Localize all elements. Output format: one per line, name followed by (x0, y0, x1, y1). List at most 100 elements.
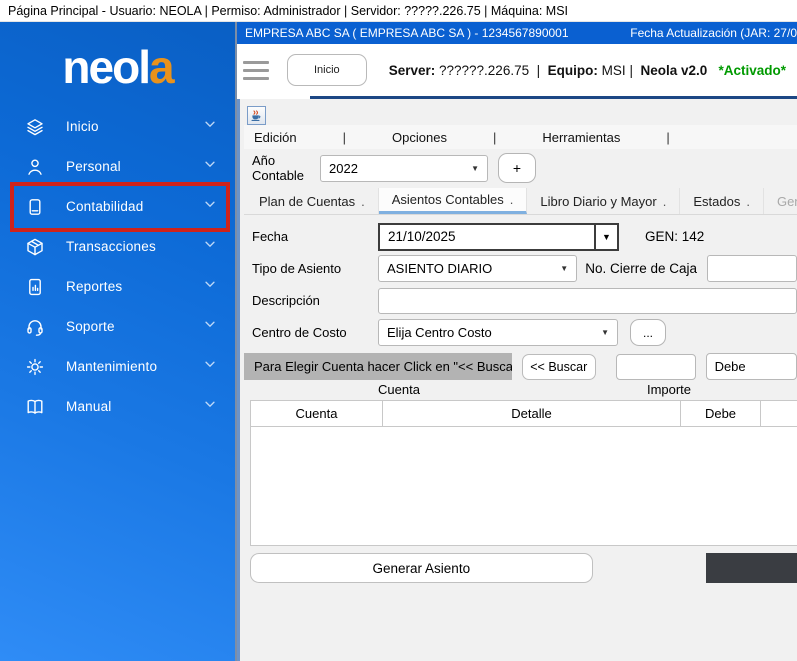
tipo-asiento-label: Tipo de Asiento (252, 261, 378, 276)
main-content: EMPRESA ABC SA ( EMPRESA ABC SA ) - 1234… (237, 22, 797, 661)
importe-caption: Importe (554, 382, 784, 397)
chevron-down-icon: ▼ (602, 232, 611, 242)
menubar: Edición | Opciones | Herramientas | (244, 125, 797, 149)
sidebar: neola Inicio Personal (0, 22, 237, 661)
chevron-down-icon (203, 277, 217, 296)
neola-logo: neola (0, 42, 235, 93)
logo-text: neol (62, 41, 149, 93)
centro-costo-label: Centro de Costo (252, 325, 378, 340)
dark-action-button[interactable] (706, 553, 797, 583)
chevron-down-icon (203, 317, 217, 336)
sidebar-item-label: Transacciones (66, 239, 156, 254)
sidebar-item-transacciones[interactable]: Transacciones (0, 227, 235, 267)
tab-generar[interactable]: Genera (764, 188, 797, 214)
java-icon[interactable] (247, 106, 266, 125)
chevron-down-icon (203, 357, 217, 376)
sidebar-nav: Inicio Personal Contabilidad (0, 107, 235, 427)
descripcion-input[interactable] (378, 288, 797, 314)
menu-edicion[interactable]: Edición (254, 130, 297, 145)
add-year-button[interactable]: + (498, 153, 536, 183)
sidebar-item-label: Mantenimiento (66, 359, 157, 374)
column-header-debe: Debe (681, 401, 761, 427)
centro-costo-value: Elija Centro Costo (387, 325, 492, 340)
status-badge: *Activado* (719, 63, 787, 78)
sidebar-item-contabilidad[interactable]: Contabilidad (0, 187, 235, 227)
sidebar-item-personal[interactable]: Personal (0, 147, 235, 187)
generar-asiento-button[interactable]: Generar Asiento (250, 553, 593, 583)
cierre-caja-label: No. Cierre de Caja (585, 261, 697, 276)
sidebar-item-soporte[interactable]: Soporte (0, 307, 235, 347)
chevron-down-icon (203, 237, 217, 256)
chevron-down-icon (203, 117, 217, 136)
menu-separator: | (493, 130, 496, 145)
separator: | (537, 63, 541, 78)
hamburger-menu-icon[interactable] (243, 61, 269, 80)
debe-haber-select[interactable]: Debe (706, 353, 797, 380)
chevron-down-icon (203, 397, 217, 416)
person-icon (24, 156, 46, 178)
version-label: Neola v2.0 (640, 63, 707, 78)
layers-icon (24, 116, 46, 138)
fiscal-year-select[interactable]: 2022 ▼ (320, 155, 488, 182)
titlebar-text: Página Principal - Usuario: NEOLA | Perm… (8, 4, 568, 18)
menu-opciones[interactable]: Opciones (392, 130, 447, 145)
fecha-dropdown-button[interactable]: ▼ (596, 223, 619, 251)
column-header-haber: Haber (761, 401, 797, 427)
browse-centro-button[interactable]: ... (630, 319, 666, 346)
table-header: Cuenta Detalle Debe Haber (251, 401, 797, 427)
search-hint: Para Elegir Cuenta hacer Click en "<< Bu… (244, 353, 512, 380)
column-header-cuenta: Cuenta (251, 401, 383, 427)
menu-separator: | (666, 130, 669, 145)
tab-dot: . (663, 194, 667, 209)
sidebar-item-label: Soporte (66, 319, 115, 334)
cierre-caja-input[interactable] (707, 255, 797, 282)
asiento-form: Fecha ▼ GEN: 142 Tipo de Asiento ASIENTO… (244, 222, 797, 583)
app-window: Página Principal - Usuario: NEOLA | Perm… (0, 0, 797, 661)
cuenta-caption: Cuenta (244, 382, 554, 397)
sidebar-item-label: Contabilidad (66, 199, 143, 214)
chevron-down-icon: ▼ (560, 264, 568, 273)
header-bar: Inicio Server: ??????.226.75 | Equipo: M… (237, 44, 797, 96)
tab-estados[interactable]: Estados. (680, 188, 764, 214)
gear-icon (24, 356, 46, 378)
centro-costo-select[interactable]: Elija Centro Costo ▼ (378, 319, 618, 346)
sidebar-item-label: Inicio (66, 119, 99, 134)
logo-accent: a (149, 41, 173, 93)
server-label: Server: (389, 63, 436, 78)
descripcion-label: Descripción (252, 293, 378, 308)
fecha-input[interactable] (378, 223, 596, 251)
inicio-button[interactable]: Inicio (287, 54, 367, 86)
tab-bar: Plan de Cuentas. Asientos Contables. Lib… (244, 188, 797, 215)
tab-asientos-contables[interactable]: Asientos Contables. (379, 188, 528, 214)
sidebar-item-label: Manual (66, 399, 111, 414)
update-date: Fecha Actualización (JAR: 27/0 (630, 26, 797, 40)
tipo-asiento-select[interactable]: ASIENTO DIARIO ▼ (378, 255, 577, 282)
sidebar-item-label: Reportes (66, 279, 122, 294)
sidebar-item-mantenimiento[interactable]: Mantenimiento (0, 347, 235, 387)
importe-input[interactable] (616, 354, 696, 380)
sidebar-item-manual[interactable]: Manual (0, 387, 235, 427)
sidebar-item-inicio[interactable]: Inicio (0, 107, 235, 147)
separator: | (629, 63, 633, 78)
company-bar: EMPRESA ABC SA ( EMPRESA ABC SA ) - 1234… (237, 22, 797, 44)
gen-counter: GEN: 142 (645, 229, 704, 244)
server-value: ??????.226.75 (439, 63, 529, 78)
column-header-detalle: Detalle (383, 401, 681, 427)
fecha-label: Fecha (252, 229, 378, 244)
tipo-asiento-value: ASIENTO DIARIO (387, 261, 492, 276)
chevron-down-icon: ▼ (601, 328, 609, 337)
buscar-button[interactable]: << Buscar (522, 354, 596, 380)
fiscal-year-value: 2022 (329, 161, 358, 176)
chevron-down-icon: ▼ (471, 164, 479, 173)
server-info: Server: ??????.226.75 | Equipo: MSI | Ne… (389, 63, 786, 78)
table-body-empty[interactable] (251, 427, 797, 545)
tab-plan-de-cuentas[interactable]: Plan de Cuentas. (246, 188, 379, 214)
book-icon (24, 196, 46, 218)
open-book-icon (24, 396, 46, 418)
inner-frame: Edición | Opciones | Herramientas | Año … (237, 99, 797, 661)
chevron-down-icon (203, 197, 217, 216)
sidebar-item-reportes[interactable]: Reportes (0, 267, 235, 307)
menu-herramientas[interactable]: Herramientas (542, 130, 620, 145)
tab-libro-diario-y-mayor[interactable]: Libro Diario y Mayor. (527, 188, 680, 214)
sidebar-item-label: Personal (66, 159, 121, 174)
